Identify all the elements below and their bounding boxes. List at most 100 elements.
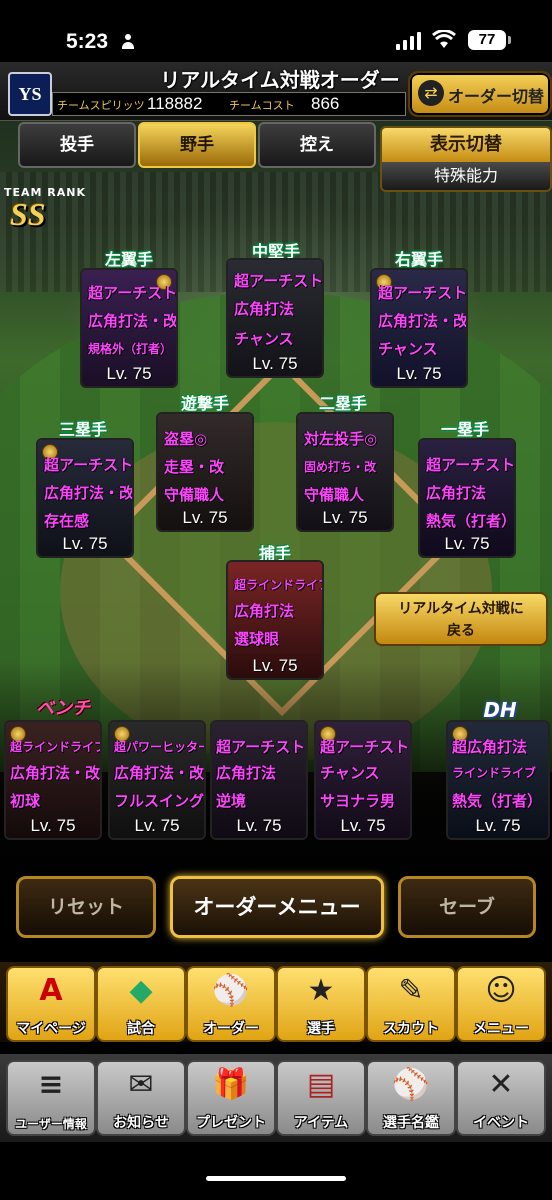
player-card-center-field[interactable]: 超アーチスト 広角打法 チャンス Lv. 75 [226, 258, 324, 378]
nav-user-info[interactable]: ≡ ユーザー情報 [6, 1060, 96, 1136]
player-card-first-base[interactable]: 超アーチスト 広角打法 熱気（打者） Lv. 75 [418, 438, 516, 558]
nav-item[interactable]: ▤ アイテム [276, 1060, 366, 1136]
ability-2: 広角打法 [426, 484, 487, 502]
ability-3: サヨナラ男 [320, 792, 396, 810]
player-level: Lv. 75 [444, 534, 490, 553]
dh-label: DH [483, 698, 517, 722]
home-indicator[interactable] [206, 1176, 346, 1181]
stadium-icon: ◆ [129, 973, 153, 1008]
ability-3: 初球 [10, 792, 41, 810]
ability-2: ラインドライブ [452, 766, 537, 780]
ability-2: 広角打法・改 [378, 312, 468, 330]
nav-label: メニュー [473, 1021, 529, 1037]
mail-icon: ✉ [128, 1067, 154, 1102]
realtime-line2: 戻る [447, 623, 475, 639]
ability-1: 超アーチスト [234, 272, 324, 290]
display-switch-button[interactable]: 表示切替 特殊能力 [380, 126, 552, 192]
ability-1: 超ラインドライブ [10, 740, 102, 754]
tab-pitcher[interactable]: 投手 [18, 122, 136, 168]
nav-game[interactable]: ◆ 試合 [96, 966, 186, 1042]
ability-1: 超広角打法 [452, 738, 528, 756]
ability-2: 広角打法 [234, 300, 295, 318]
dh-card[interactable]: 超広角打法 ラインドライブ 熱気（打者） Lv. 75 [446, 720, 550, 840]
player-level: Lv. 75 [134, 816, 180, 835]
ability-3: フルスイング [114, 792, 205, 810]
order-menu-button[interactable]: オーダーメニュー [170, 876, 384, 938]
player-card-third-base[interactable]: 超アーチスト 広角打法・改 存在感 Lv. 75 [36, 438, 134, 558]
player-level: Lv. 75 [322, 508, 368, 527]
team-stats-bar: チームスピリッツ 118882 チームコスト 866 [52, 92, 406, 116]
return-to-realtime-button[interactable]: リアルタイム対戦に 戻る [374, 592, 548, 646]
signal-icon [396, 32, 422, 50]
player-level: Lv. 75 [30, 816, 76, 835]
nav-order[interactable]: ⚾ オーダー [186, 966, 276, 1042]
bench-card-4[interactable]: 超アーチスト チャンス サヨナラ男 Lv. 75 [314, 720, 412, 840]
ability-3: 熱気（打者） [426, 512, 516, 530]
position-first-base: 一塁手 [440, 420, 489, 439]
team-logo: YS [8, 72, 52, 116]
order-switch-label: オーダー切替 [448, 87, 545, 106]
nav-player[interactable]: ★ 選手 [276, 966, 366, 1042]
display-switch-value: 特殊能力 [382, 162, 550, 190]
nav-label: マイページ [16, 1021, 86, 1037]
batter-icon: ⚾ [392, 1067, 430, 1102]
baseball-icon: ⚾ [212, 973, 250, 1008]
player-card-second-base[interactable]: 対左投手◎ 固め打ち・改 守備職人 Lv. 75 [296, 412, 394, 532]
nav-label: 選手 [307, 1021, 335, 1037]
wifi-icon [432, 30, 456, 48]
ability-1: 超アーチスト [320, 738, 410, 756]
nav-label: アイテム [293, 1115, 349, 1131]
nav-present[interactable]: 🎁 プレゼント [186, 1060, 276, 1136]
order-switch-button[interactable]: ⇄ オーダー切替 [408, 71, 552, 117]
gift-icon: 🎁 [212, 1067, 250, 1102]
tab-reserve[interactable]: 控え [258, 122, 376, 168]
ability-3: 選球眼 [234, 630, 280, 648]
nav-scout[interactable]: ✎ スカウト [366, 966, 456, 1042]
page-title: リアルタイム対戦オーダー [160, 68, 400, 92]
realtime-line1: リアルタイム対戦に [398, 601, 524, 617]
user-card-icon: ≡ [38, 1067, 64, 1102]
scout-icon: ✎ [398, 973, 424, 1008]
nav-event[interactable]: ✕ イベント [456, 1060, 546, 1136]
ability-3: チャンス [378, 340, 438, 358]
team-rank-value: SS [10, 196, 46, 232]
player-card-right-field[interactable]: 超アーチスト 広角打法・改 チャンス Lv. 75 [370, 268, 468, 388]
ability-3: 守備職人 [304, 486, 365, 504]
ability-1: 超パワーヒッター [114, 740, 206, 754]
ability-3: 守備職人 [164, 486, 225, 504]
player-level: Lv. 75 [182, 508, 228, 527]
nav-menu[interactable]: ☺ メニュー [456, 966, 546, 1042]
team-spirits-label: チームスピリッツ [57, 99, 145, 112]
ability-2: 広角打法・改 [88, 312, 178, 330]
ability-3: チャンス [234, 330, 294, 348]
ability-2: 走塁・改 [164, 458, 225, 476]
nav-label: ユーザー情報 [15, 1117, 87, 1131]
nav-label: スカウト [383, 1021, 439, 1037]
reset-button[interactable]: リセット [16, 876, 156, 938]
nav-news[interactable]: ✉ お知らせ [96, 1060, 186, 1136]
bench-label: ベンチ [36, 698, 90, 719]
player-level: Lv. 75 [236, 816, 282, 835]
player-level: Lv. 75 [62, 534, 108, 553]
ability-1: 超ラインドライブ [234, 578, 324, 592]
player-card-shortstop[interactable]: 盗塁◎ 走塁・改 守備職人 Lv. 75 [156, 412, 254, 532]
player-card-left-field[interactable]: 超アーチスト 広角打法・改 規格外（打者） Lv. 75 [80, 268, 178, 388]
status-bar: 5:23 77 [0, 0, 552, 62]
team-cost-value: 866 [311, 94, 340, 113]
tab-fielder[interactable]: 野手 [138, 122, 256, 168]
ability-2: 広角打法・改 [114, 764, 205, 782]
crossed-bats-icon: ✕ [488, 1067, 514, 1102]
position-third-base: 三塁手 [58, 420, 107, 439]
ability-1: 盗塁◎ [164, 430, 208, 448]
nav-label: 選手名鑑 [383, 1115, 439, 1131]
player-level: Lv. 75 [340, 816, 386, 835]
bench-card-1[interactable]: 超ラインドライブ 広角打法・改 初球 Lv. 75 [4, 720, 102, 840]
nav-mypage[interactable]: A マイページ [6, 966, 96, 1042]
player-card-catcher[interactable]: 超ラインドライブ 広角打法 選球眼 Lv. 75 [226, 560, 324, 680]
save-button[interactable]: セーブ [398, 876, 536, 938]
bench-card-3[interactable]: 超アーチスト 広角打法 逆境 Lv. 75 [210, 720, 308, 840]
nav-player-directory[interactable]: ⚾ 選手名鑑 [366, 1060, 456, 1136]
ability-1: 超アーチスト [88, 284, 178, 302]
bench-card-2[interactable]: 超パワーヒッター 広角打法・改 フルスイング Lv. 75 [108, 720, 206, 840]
player-level: Lv. 75 [106, 364, 152, 383]
